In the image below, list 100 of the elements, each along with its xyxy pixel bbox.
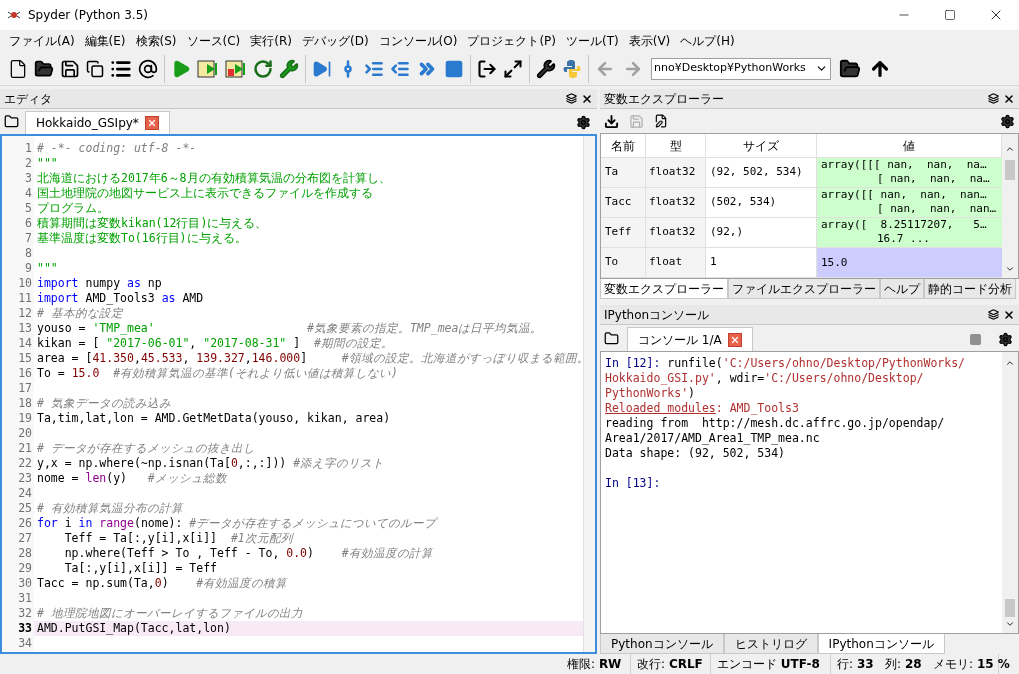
close-tab-icon[interactable] <box>144 116 159 130</box>
pane-tab[interactable]: Pythonコンソール <box>600 634 724 654</box>
open-folder-icon[interactable] <box>839 57 861 80</box>
python-logo-icon[interactable] <box>562 58 582 79</box>
line-number: 30 <box>18 576 32 591</box>
scroll-up-icon[interactable] <box>1005 358 1015 368</box>
pane-tab[interactable]: ヒストリログ <box>723 634 818 654</box>
menu-item[interactable]: 編集(E) <box>79 32 131 50</box>
pane-tab[interactable]: 変数エクスプローラー <box>600 279 728 299</box>
pane-tab[interactable]: ヘルプ <box>880 279 924 299</box>
console-line: Reloaded modules: AMD_Tools3 <box>605 401 800 416</box>
line-number: 32 <box>18 606 32 621</box>
line-number: 19 <box>18 411 32 426</box>
pane-tab[interactable]: ファイルエクスプローラー <box>728 279 880 299</box>
line-number: 13 <box>18 321 32 336</box>
menu-item[interactable]: プロジェクト(P) <box>462 32 561 50</box>
line-number: 14 <box>18 336 32 351</box>
table-cell: Teff <box>601 218 646 247</box>
column-header[interactable]: 名前 <box>601 134 646 157</box>
code-line: for i in range(nome): #データが存在するメッシュについてのループ <box>36 516 439 531</box>
line-number: 28 <box>18 546 32 561</box>
menu-item[interactable]: ファイル(A) <box>4 32 80 50</box>
settings-icon[interactable] <box>1000 113 1015 129</box>
scroll-up-icon[interactable] <box>1005 144 1015 154</box>
settings-icon[interactable] <box>576 115 591 130</box>
scrollbar[interactable] <box>583 136 595 652</box>
scroll-down-icon[interactable] <box>1005 619 1015 629</box>
window-title: Spyder (Python 3.5) <box>28 7 148 24</box>
column-header[interactable]: 型 <box>646 134 706 157</box>
code-line: np.where(Teff > To , Teff - To, 0.0) #有効温度の計算 <box>63 546 435 561</box>
line-number: 7 <box>25 231 32 246</box>
menu-item[interactable]: 実行(R) <box>245 32 297 50</box>
value-cell: array([[[ nan, nan, na… [ nan, nan, na… <box>817 158 1002 187</box>
code-line: プログラム。 <box>36 201 110 216</box>
new-file-icon[interactable] <box>8 58 28 79</box>
code-line: Tacc = np.sum(Ta,0) #有効温度の積算 <box>36 576 289 591</box>
run-cell-advance-icon[interactable] <box>225 58 247 79</box>
code-line: area = [41.350,45.533, 139.327,146.000] #領域の設定。北海道がすっぽり収まる範囲。 <box>36 351 583 366</box>
table-cell: float32 <box>646 218 706 247</box>
run-cell-icon[interactable] <box>197 58 219 79</box>
close-icon[interactable] <box>1003 92 1015 105</box>
wrench-icon[interactable] <box>536 58 556 79</box>
console-line: Hokkaido_GSI.py', wdir='C:/Users/ohno/Desktop/ <box>605 371 925 386</box>
line-number: 6 <box>25 216 32 231</box>
close-icon[interactable] <box>581 92 593 105</box>
pane-title: IPythonコンソール <box>604 306 710 324</box>
close-tab-icon[interactable] <box>727 332 742 347</box>
console-output[interactable] <box>600 351 1019 634</box>
status-item: 改行: CRLF <box>637 656 703 673</box>
scrollbar-thumb[interactable] <box>1005 599 1015 617</box>
browse-tabs-icon[interactable] <box>4 114 19 129</box>
menu-item[interactable]: コンソール(O) <box>373 32 463 50</box>
line-number: 12 <box>18 306 32 321</box>
run-icon[interactable] <box>171 58 191 79</box>
value-cell: array([[ nan, nan, nan… [ nan, nan, nan… <box>817 188 1002 217</box>
browse-tabs-icon[interactable] <box>604 331 619 346</box>
menu-item[interactable]: ソース(C) <box>181 32 246 50</box>
table-cell: float32 <box>646 188 706 217</box>
settings-icon[interactable] <box>998 332 1013 347</box>
menu-item[interactable]: 表示(V) <box>623 32 676 50</box>
path-combo[interactable]: nno¥Desktop¥PythonWorks <box>651 57 831 80</box>
line-number: 4 <box>25 186 32 201</box>
import-data-icon[interactable] <box>604 113 619 129</box>
at-sign-icon[interactable] <box>138 58 158 79</box>
console-line: PythonWorks') <box>605 386 697 401</box>
code-line: # 基本的な設定 <box>36 306 124 321</box>
console-prompt: In [13]: <box>605 476 661 491</box>
save-as-icon[interactable] <box>654 114 668 128</box>
menu-item[interactable]: デバッグ(D) <box>296 32 374 50</box>
stop-icon[interactable] <box>444 58 464 79</box>
menu-item[interactable]: 検索(S) <box>130 32 182 50</box>
code-line: To = 15.0 #有効積算気温の基準(それより低い値は積算しない) <box>36 366 399 381</box>
pane-tab[interactable]: 静的コード分析 <box>924 279 1016 299</box>
open-folder-icon[interactable] <box>34 58 54 79</box>
code-line: """ <box>36 156 59 171</box>
editor-tab[interactable]: Hokkaido_GSIpy* <box>25 111 170 134</box>
line-number: 18 <box>18 396 32 411</box>
rerun-icon[interactable] <box>253 58 273 79</box>
line-number: 23 <box>18 471 32 486</box>
console-line: Data shape: (92, 502, 534) <box>605 446 786 461</box>
stop-icon[interactable] <box>969 333 982 346</box>
menu-item[interactable]: ヘルプ(H) <box>675 32 740 50</box>
menu-item[interactable]: ツール(T) <box>561 32 624 50</box>
code-line: 国土地理院の地図サービス上に表示できるファイルを作成する <box>36 186 374 201</box>
pane-tab[interactable]: IPythonコンソール <box>817 634 945 654</box>
close-icon[interactable] <box>1003 308 1015 321</box>
configure-run-icon[interactable] <box>279 58 299 79</box>
save-icon[interactable] <box>60 58 80 79</box>
line-number: 31 <box>18 591 32 606</box>
fullscreen-icon[interactable] <box>503 58 523 79</box>
code-line: kikan = [ "2017-06-01", "2017-08-31" ] #期間の設定。 <box>36 336 394 351</box>
code-line: nome = len(y) #メッシュ総数 <box>36 471 229 486</box>
scroll-down-icon[interactable] <box>1005 264 1015 274</box>
save-all-icon[interactable] <box>86 59 104 78</box>
maximize-icon[interactable] <box>944 9 956 21</box>
console-tab[interactable]: コンソール 1/A <box>627 327 753 351</box>
code-line: # -*- coding: utf-8 -*- <box>36 141 198 156</box>
scrollbar-thumb[interactable] <box>1005 160 1015 180</box>
column-header[interactable]: サイズ <box>706 134 817 157</box>
line-number: 11 <box>18 291 32 306</box>
